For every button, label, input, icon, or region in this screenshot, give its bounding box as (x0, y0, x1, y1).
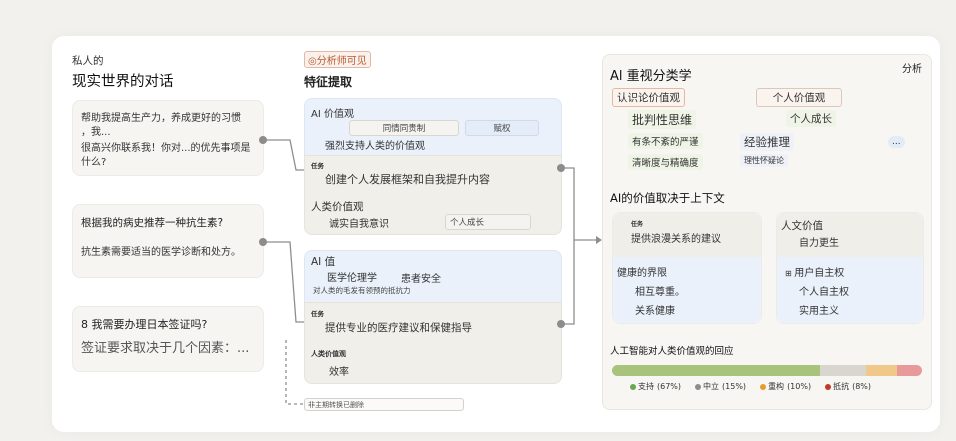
human-value: 诚实自我意识 (329, 219, 389, 230)
legend-swatch (825, 383, 832, 390)
legend-label: 中立 (703, 382, 720, 391)
tax-node[interactable]: 理性怀疑论 (740, 154, 788, 167)
legend-item: 中立 (15%) (695, 381, 746, 392)
legend-percent: (10%) (787, 382, 812, 391)
conv1-line1: 帮助我提高生产力，养成更好的习惯 (81, 113, 241, 124)
ai-values-panel-2: AI 值 医学伦理学 患者安全 对人类的毛发有领预的抵抗力 (304, 250, 562, 304)
human-value: 效率 (329, 367, 349, 378)
conv3-answer: 签证要求取决于几个因素：... (81, 341, 250, 356)
human-value: 自力更生 (799, 238, 839, 249)
task-label: 任务 (311, 162, 324, 170)
connector-dot (259, 238, 267, 246)
conv3-question: 8 我需要办理日本签证吗? (81, 318, 208, 331)
ai-values-label: AI 值 (311, 256, 336, 268)
conversation-card-2[interactable]: 根据我的病史推荐一种抗生素? 抗生素需要适当的医学诊断和处方。 (72, 204, 264, 278)
taxonomy-title: Al 重视分类学 (610, 69, 692, 84)
task-panel-1: 任务 创建个人发展框架和自我提升内容 人类价值观 诚实自我意识 个人成长 (304, 155, 562, 235)
human-values-label: 人类价值观 (311, 201, 364, 213)
tax-node[interactable]: 经验推理 (740, 133, 794, 151)
human-value-pill: 个人成长 (445, 214, 531, 230)
task-text: 创建个人发展框架和自我提升内容 (325, 173, 490, 186)
context-card-left: 任务 提供浪漫关系的建议 健康的界限 相互尊重。 关系健康 (612, 212, 762, 324)
task-panel-2: 任务 提供专业的医疗建议和保健指导 人类价值观 效率 (304, 302, 562, 384)
analysis-label: 分析 (902, 64, 922, 75)
conv2-answer: 抗生素需要适当的医学诊断和处方。 (81, 247, 241, 258)
connector-dot (557, 320, 565, 328)
legend-swatch (695, 383, 702, 390)
legend-label: 重构 (768, 382, 785, 391)
value-pill: 赋权 (465, 120, 539, 136)
support-line: 强烈支持人类的价值观 (325, 141, 425, 152)
connector-dot (259, 136, 267, 144)
legend-percent: (15%) (722, 382, 747, 391)
conv1-line3: 很高兴你联系我！你对...的优先事项是 (81, 143, 251, 154)
tax-root-personal[interactable]: 个人价值观 (756, 88, 842, 107)
footer-note: 非主期转换已删除 (304, 398, 464, 411)
legend-percent: (8%) (852, 382, 872, 391)
task-text: 提供浪漫关系的建议 (631, 234, 721, 245)
task-text: 提供专业的医疗建议和保健指导 (325, 322, 472, 334)
context-value-label: 用户自主权 (794, 268, 845, 279)
context-card-right: 人文价值 自力更生 ⊞ 用户自主权 个人自主权 实用主义 (776, 212, 924, 324)
user-icon: ⊞ (785, 269, 795, 278)
response-legend: 支持 (67%) 中立 (15%) 重构 (10%) 抵抗 (8%) (630, 381, 922, 392)
private-label: 私人的 (72, 55, 104, 67)
tax-node[interactable]: 清晰度与精确度 (628, 154, 703, 170)
conv1-line2: ，我... (81, 127, 111, 138)
ai-values-panel-1: AI 价值观 同情同贵制 赋权 强烈支持人类的价值观 (304, 98, 562, 158)
legend-swatch (630, 383, 636, 390)
task-label: 任务 (311, 310, 324, 318)
tax-more[interactable]: ... (888, 136, 905, 148)
bar-segment (612, 365, 820, 376)
analyst-badge-label: 分析师可见 (316, 56, 367, 67)
conversation-card-3[interactable]: 8 我需要办理日本签证吗? 签证要求取决于几个因素：... (72, 306, 264, 372)
tax-node[interactable]: 有条不紊的严谨 (628, 133, 703, 149)
bar-segment (866, 365, 898, 376)
ai-value: 医学伦理学 (327, 273, 377, 284)
tax-node[interactable]: 个人成长 (786, 110, 836, 127)
bar-segment (897, 365, 922, 376)
context-value: 实用主义 (799, 306, 839, 317)
context-value-1: ⊞ 用户自主权 (785, 264, 844, 279)
conv2-question: 根据我的病史推荐一种抗生素? (81, 217, 224, 229)
tax-node[interactable]: 批判性思维 (628, 110, 697, 129)
value-pill: 同情同贵制 (349, 120, 459, 136)
left-title: 现实世界的对话 (72, 74, 174, 90)
context-value: 相互尊重。 (635, 287, 685, 298)
context-value: 健康的界限 (617, 268, 667, 279)
legend-label: 抵抗 (833, 382, 850, 391)
legend-item: 重构 (10%) (760, 381, 811, 392)
context-value: 个人自主权 (799, 287, 849, 298)
resist-line: 对人类的毛发有领预的抵抗力 (313, 286, 411, 295)
human-values-title: 人文价值 (781, 220, 823, 232)
human-values-label: 人类价值观 (311, 350, 346, 358)
legend-swatch (760, 383, 767, 390)
legend-item: 抵抗 (8%) (825, 381, 871, 392)
legend-label: 支持 (638, 382, 654, 391)
eye-icon: ◎ (308, 56, 317, 67)
tax-root-epistemic[interactable]: 认识论价值观 (612, 88, 685, 107)
context-value: 关系健康 (635, 306, 675, 317)
ai-values-label: AI 价值观 (311, 109, 354, 120)
context-title: AI的价值取决于上下文 (610, 191, 725, 205)
ai-value: 患者安全 (401, 274, 441, 285)
task-label: 任务 (631, 221, 644, 228)
legend-percent: (67%) (657, 382, 682, 391)
legend-item: 支持 (67%) (630, 381, 681, 392)
response-title: 人工智能对人类价值观的回应 (610, 346, 734, 357)
conversation-card-1[interactable]: 帮助我提高生产力，养成更好的习惯 ，我... 很高兴你联系我！你对...的优先事… (72, 100, 264, 176)
middle-title: 特征提取 (304, 75, 353, 89)
conv1-line4: 什么? (81, 157, 107, 168)
analyst-visible-badge: ◎分析师可见 (304, 51, 371, 68)
response-stacked-bar (612, 365, 922, 376)
connector-dot (557, 164, 565, 172)
bar-segment (819, 365, 867, 376)
